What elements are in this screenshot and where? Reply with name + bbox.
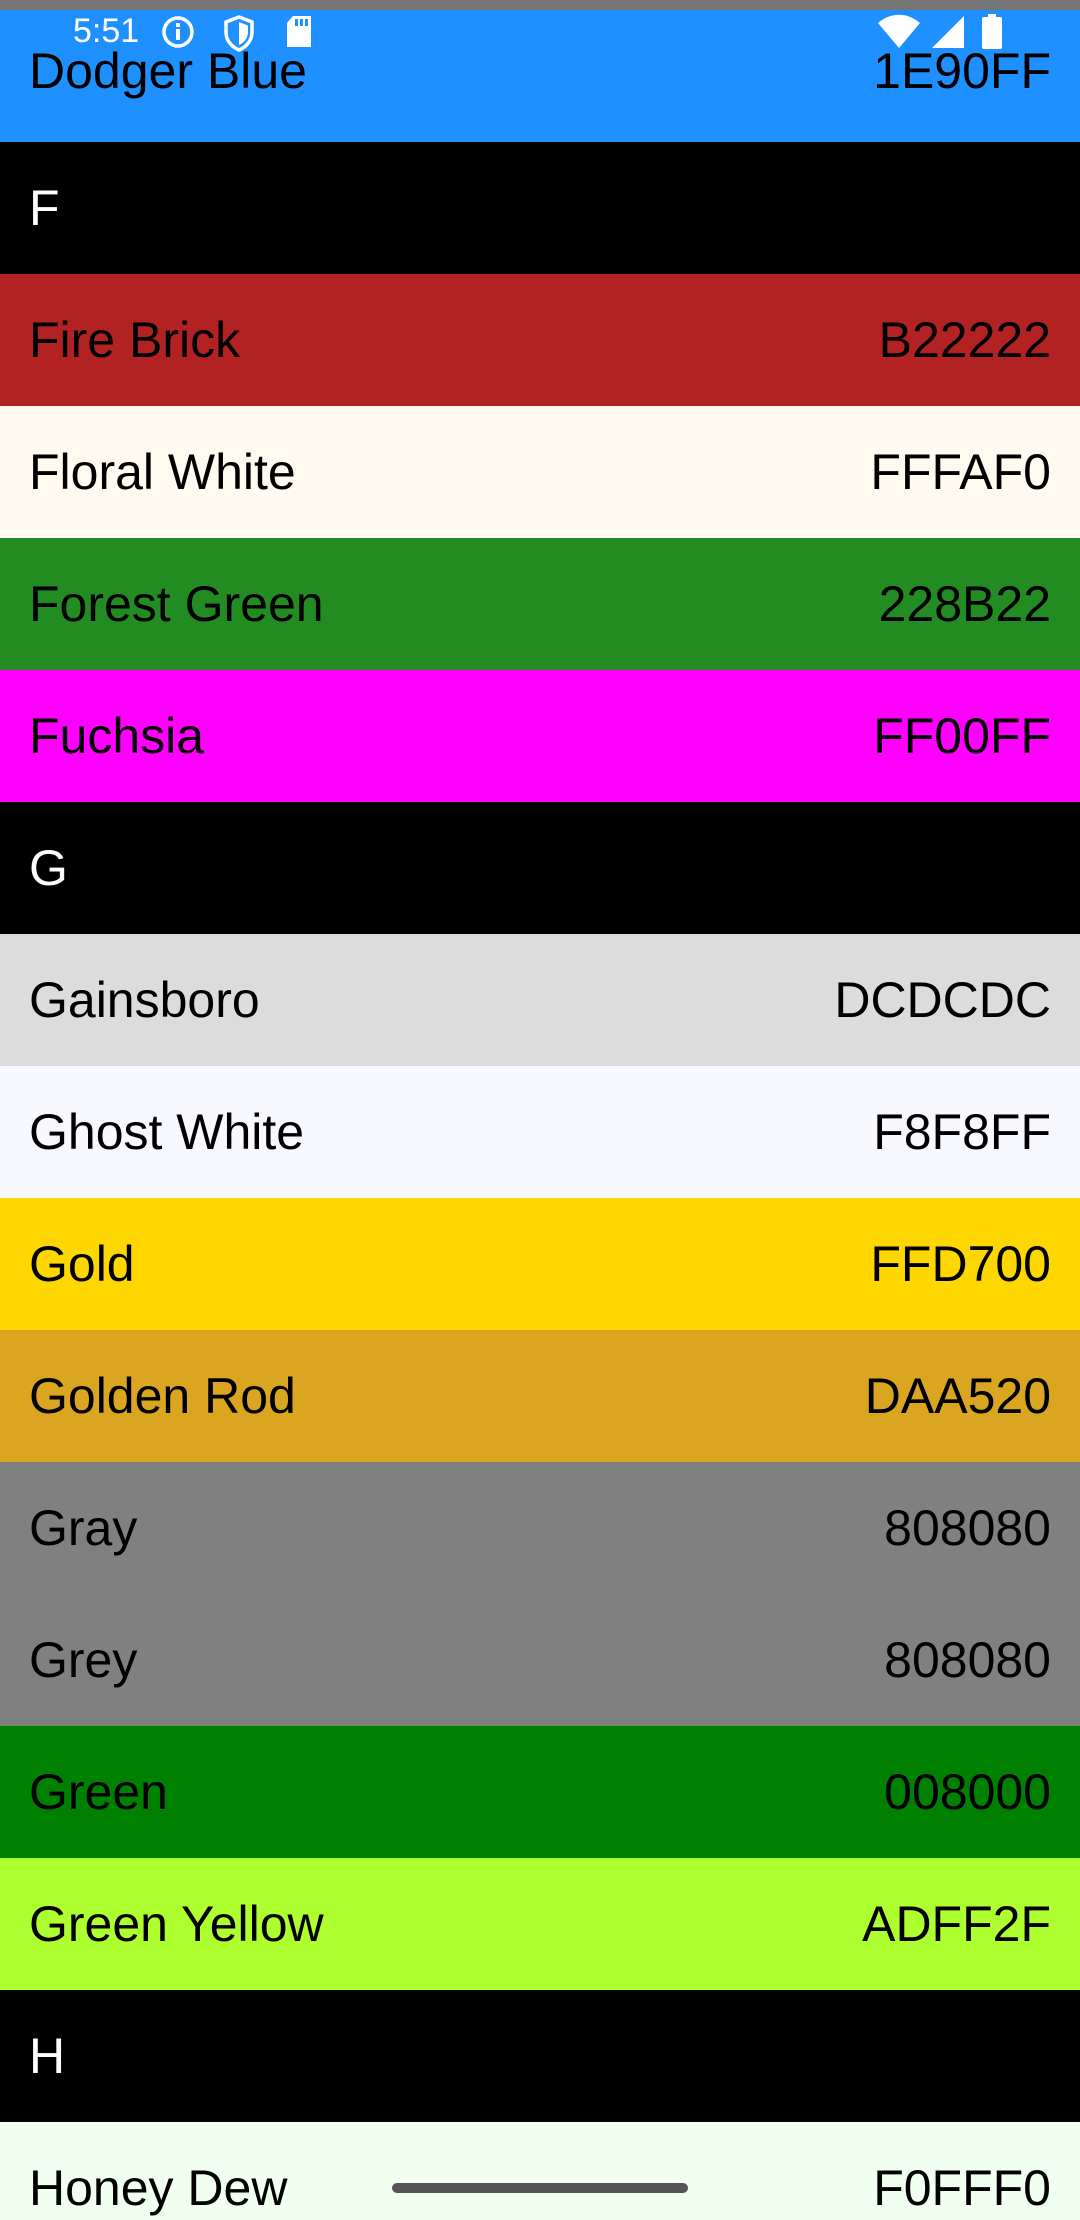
color-hex: 1E90FF xyxy=(873,43,1051,99)
color-row-floral-white[interactable]: Floral White FFFAF0 xyxy=(0,406,1080,538)
color-hex: DAA520 xyxy=(864,1368,1051,1424)
color-row-ghost-white[interactable]: Ghost White F8F8FF xyxy=(0,1066,1080,1198)
color-name: Fire Brick xyxy=(29,312,241,368)
color-row-gold[interactable]: Gold FFD700 xyxy=(0,1198,1080,1330)
color-row-green-yellow[interactable]: Green Yellow ADFF2F xyxy=(0,1858,1080,1990)
section-header-letter: F xyxy=(29,180,60,236)
status-bar-edge xyxy=(0,0,1080,10)
color-hex: FF00FF xyxy=(873,708,1051,764)
color-row-honey-dew[interactable]: Honey Dew F0FFF0 xyxy=(0,2122,1080,2220)
color-hex: 008000 xyxy=(884,1764,1051,1820)
color-name: Green Yellow xyxy=(29,1896,324,1952)
color-name: Ghost White xyxy=(29,1104,305,1160)
color-name: Gray xyxy=(29,1500,138,1556)
color-hex: 808080 xyxy=(884,1500,1051,1556)
color-name: Fuchsia xyxy=(29,708,205,764)
color-row-green[interactable]: Green 008000 xyxy=(0,1726,1080,1858)
color-row-fuchsia[interactable]: Fuchsia FF00FF xyxy=(0,670,1080,802)
color-row-gray[interactable]: Gray 808080 xyxy=(0,1462,1080,1594)
section-header-h: H xyxy=(0,1990,1080,2122)
color-name: Honey Dew xyxy=(29,2160,288,2216)
color-list[interactable]: Dodger Blue 1E90FF F Fire Brick B22222 Floral… xyxy=(0,10,1080,2220)
color-hex: F0FFF0 xyxy=(873,2160,1051,2216)
color-row-grey[interactable]: Grey 808080 xyxy=(0,1594,1080,1726)
color-row-golden-rod[interactable]: Golden Rod DAA520 xyxy=(0,1330,1080,1462)
section-header-g: G xyxy=(0,802,1080,934)
color-name: Dodger Blue xyxy=(29,43,307,99)
color-hex: 228B22 xyxy=(878,576,1051,632)
color-hex: B22222 xyxy=(878,312,1051,368)
color-hex: DCDCDC xyxy=(834,972,1051,1028)
color-row-dodger-blue[interactable]: Dodger Blue 1E90FF xyxy=(0,10,1080,142)
color-row-forest-green[interactable]: Forest Green 228B22 xyxy=(0,538,1080,670)
color-hex: 808080 xyxy=(884,1632,1051,1688)
color-row-gainsboro[interactable]: Gainsboro DCDCDC xyxy=(0,934,1080,1066)
color-name: Golden Rod xyxy=(29,1368,296,1424)
color-row-fire-brick[interactable]: Fire Brick B22222 xyxy=(0,274,1080,406)
section-header-letter: H xyxy=(29,2028,66,2084)
color-hex: ADFF2F xyxy=(862,1896,1051,1952)
section-header-f: F xyxy=(0,142,1080,274)
home-indicator[interactable] xyxy=(392,2183,688,2193)
color-hex: F8F8FF xyxy=(873,1104,1051,1160)
color-name: Gainsboro xyxy=(29,972,260,1028)
color-name: Forest Green xyxy=(29,576,324,632)
color-name: Gold xyxy=(29,1236,135,1292)
color-hex: FFD700 xyxy=(870,1236,1051,1292)
color-hex: FFFAF0 xyxy=(870,444,1051,500)
color-name: Green xyxy=(29,1764,168,1820)
color-name: Grey xyxy=(29,1632,138,1688)
app-screen: 5:51 Dodger Blue 1E90FF F Fire Brick B22… xyxy=(0,0,1080,2220)
section-header-letter: G xyxy=(29,840,68,896)
color-name: Floral White xyxy=(29,444,296,500)
